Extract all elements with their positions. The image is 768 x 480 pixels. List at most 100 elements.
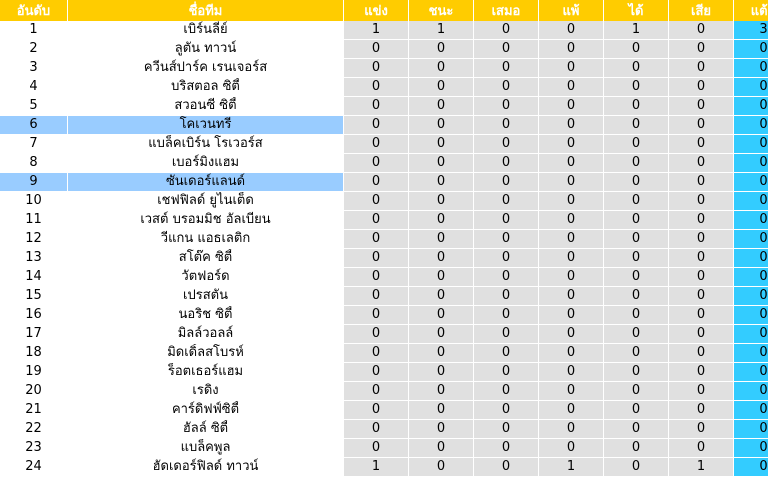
won-cell: 0 <box>409 78 474 97</box>
points-cell: 0 <box>734 97 768 116</box>
played-cell: 0 <box>344 211 409 230</box>
played-cell: 0 <box>344 363 409 382</box>
header-rank: อันดับ <box>0 0 68 21</box>
drawn-cell: 0 <box>474 249 539 268</box>
played-cell: 1 <box>344 21 409 40</box>
lost-cell: 0 <box>539 325 604 344</box>
goals-for-cell: 0 <box>604 420 669 439</box>
goals-for-cell: 0 <box>604 40 669 59</box>
lost-cell: 0 <box>539 249 604 268</box>
lost-cell: 0 <box>539 78 604 97</box>
team-name-cell: วัตฟอร์ด <box>68 268 344 287</box>
goals-against-cell: 0 <box>669 154 734 173</box>
points-cell: 0 <box>734 268 768 287</box>
won-cell: 0 <box>409 249 474 268</box>
won-cell: 0 <box>409 287 474 306</box>
lost-cell: 0 <box>539 21 604 40</box>
table-row: 8 เบอร์มิงแฮม 0 0 0 0 0 0 0 <box>0 154 768 173</box>
goals-for-cell: 0 <box>604 382 669 401</box>
played-cell: 0 <box>344 192 409 211</box>
team-name-cell: นอริช ซิตี้ <box>68 306 344 325</box>
table-row: 5 สวอนซี ซิตี้ 0 0 0 0 0 0 0 <box>0 97 768 116</box>
drawn-cell: 0 <box>474 382 539 401</box>
drawn-cell: 0 <box>474 420 539 439</box>
won-cell: 0 <box>409 420 474 439</box>
points-cell: 0 <box>734 135 768 154</box>
points-cell: 0 <box>734 40 768 59</box>
goals-against-cell: 0 <box>669 97 734 116</box>
lost-cell: 0 <box>539 59 604 78</box>
lost-cell: 0 <box>539 363 604 382</box>
rank-cell: 18 <box>0 344 68 363</box>
points-cell: 0 <box>734 401 768 420</box>
rank-cell: 19 <box>0 363 68 382</box>
goals-for-cell: 0 <box>604 458 669 477</box>
drawn-cell: 0 <box>474 192 539 211</box>
drawn-cell: 0 <box>474 59 539 78</box>
goals-for-cell: 0 <box>604 173 669 192</box>
goals-for-cell: 0 <box>604 325 669 344</box>
rank-cell: 9 <box>0 173 68 192</box>
rank-cell: 6 <box>0 116 68 135</box>
team-name-cell: เบิร์นลี่ย์ <box>68 21 344 40</box>
header-played: แข่ง <box>344 0 409 21</box>
lost-cell: 0 <box>539 40 604 59</box>
standings-table: อันดับ ชื่อทีม แข่ง ชนะ เสมอ แพ้ ได้ เสี… <box>0 0 768 477</box>
rank-cell: 8 <box>0 154 68 173</box>
won-cell: 0 <box>409 40 474 59</box>
goals-against-cell: 0 <box>669 382 734 401</box>
points-cell: 0 <box>734 249 768 268</box>
drawn-cell: 0 <box>474 230 539 249</box>
won-cell: 0 <box>409 344 474 363</box>
table-header: อันดับ ชื่อทีม แข่ง ชนะ เสมอ แพ้ ได้ เสี… <box>0 0 768 21</box>
points-cell: 0 <box>734 325 768 344</box>
goals-against-cell: 0 <box>669 40 734 59</box>
goals-against-cell: 0 <box>669 306 734 325</box>
table-row: 12 วีแกน แอธเลติก 0 0 0 0 0 0 0 <box>0 230 768 249</box>
team-name-cell: ฮัดเดอร์ฟิลด์ ทาวน์ <box>68 458 344 477</box>
header-points: แต้ม <box>734 0 768 21</box>
won-cell: 1 <box>409 21 474 40</box>
team-name-cell: เปรสตัน <box>68 287 344 306</box>
won-cell: 0 <box>409 439 474 458</box>
played-cell: 0 <box>344 344 409 363</box>
table-row: 16 นอริช ซิตี้ 0 0 0 0 0 0 0 <box>0 306 768 325</box>
table-row: 2 ลูตัน ทาวน์ 0 0 0 0 0 0 0 <box>0 40 768 59</box>
lost-cell: 0 <box>539 135 604 154</box>
table-row: 15 เปรสตัน 0 0 0 0 0 0 0 <box>0 287 768 306</box>
team-name-cell: โคเวนทรี <box>68 116 344 135</box>
drawn-cell: 0 <box>474 268 539 287</box>
table-row: 11 เวสต์ บรอมมิช อัลเบียน 0 0 0 0 0 0 0 <box>0 211 768 230</box>
lost-cell: 1 <box>539 458 604 477</box>
goals-against-cell: 1 <box>669 458 734 477</box>
team-name-cell: เบอร์มิงแฮม <box>68 154 344 173</box>
rank-cell: 7 <box>0 135 68 154</box>
won-cell: 0 <box>409 382 474 401</box>
goals-against-cell: 0 <box>669 211 734 230</box>
table-row: 3 ควีนส์ปาร์ค เรนเจอร์ส 0 0 0 0 0 0 0 <box>0 59 768 78</box>
lost-cell: 0 <box>539 192 604 211</box>
goals-against-cell: 0 <box>669 420 734 439</box>
drawn-cell: 0 <box>474 154 539 173</box>
points-cell: 0 <box>734 116 768 135</box>
lost-cell: 0 <box>539 173 604 192</box>
table-row: 6 โคเวนทรี 0 0 0 0 0 0 0 <box>0 116 768 135</box>
drawn-cell: 0 <box>474 21 539 40</box>
played-cell: 0 <box>344 40 409 59</box>
drawn-cell: 0 <box>474 363 539 382</box>
points-cell: 0 <box>734 344 768 363</box>
points-cell: 0 <box>734 458 768 477</box>
points-cell: 0 <box>734 382 768 401</box>
goals-against-cell: 0 <box>669 78 734 97</box>
header-team: ชื่อทีม <box>68 0 344 21</box>
header-goals-for: ได้ <box>604 0 669 21</box>
lost-cell: 0 <box>539 287 604 306</box>
table-row: 10 เชฟฟิลด์ ยูไนเต็ด 0 0 0 0 0 0 0 <box>0 192 768 211</box>
goals-for-cell: 1 <box>604 21 669 40</box>
goals-for-cell: 0 <box>604 268 669 287</box>
team-name-cell: ลูตัน ทาวน์ <box>68 40 344 59</box>
goals-for-cell: 0 <box>604 211 669 230</box>
points-cell: 0 <box>734 439 768 458</box>
played-cell: 0 <box>344 78 409 97</box>
played-cell: 0 <box>344 135 409 154</box>
